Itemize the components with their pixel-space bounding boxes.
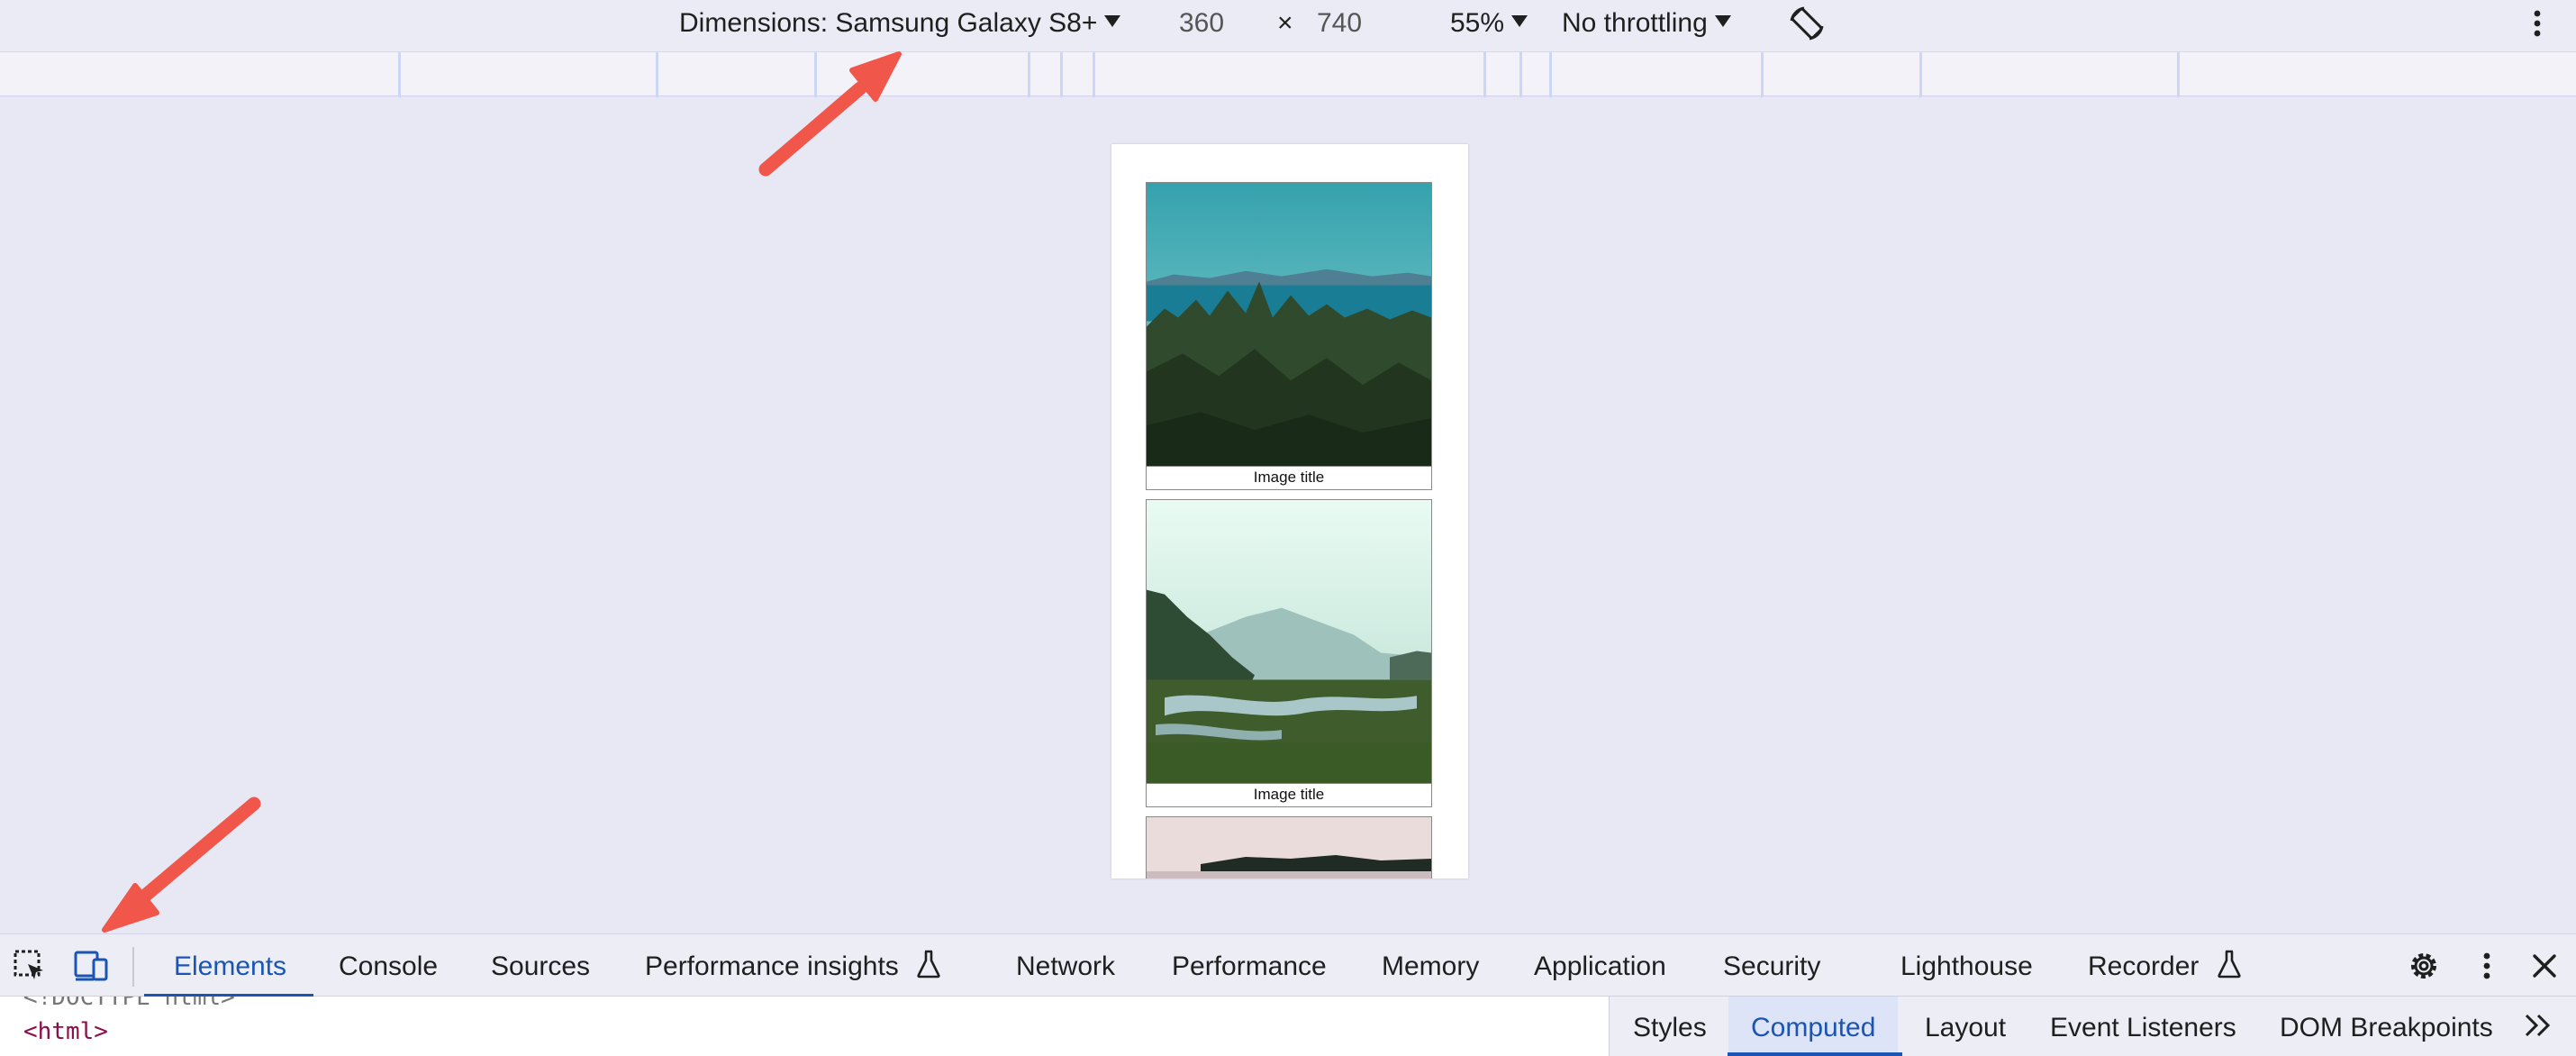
image-caption: Image title xyxy=(1253,786,1325,803)
device-toolbar: Dimensions: Samsung Galaxy S8+ 360 × 740… xyxy=(0,0,2576,51)
devtools-more-button[interactable] xyxy=(2481,949,2493,988)
width-input[interactable]: 360 xyxy=(1179,0,1224,47)
settings-button[interactable] xyxy=(2407,949,2441,988)
times-symbol: × xyxy=(1277,8,1293,38)
chevron-down-icon xyxy=(1511,14,1528,27)
tab-elements[interactable]: Elements xyxy=(174,934,286,997)
landscape-image xyxy=(1147,500,1431,784)
close-icon xyxy=(2533,954,2556,978)
tab-security[interactable]: Security xyxy=(1723,934,1820,997)
tab-event-listeners[interactable]: Event Listeners xyxy=(2050,997,2236,1056)
tab-memory[interactable]: Memory xyxy=(1382,934,1479,997)
media-query-ruler[interactable] xyxy=(0,51,2576,97)
tab-lighthouse[interactable]: Lighthouse xyxy=(1900,934,2033,997)
zoom-label: 55% xyxy=(1450,8,1505,38)
more-vert-icon xyxy=(2483,952,2490,979)
doctype-node[interactable]: <!DOCTYPE html> xyxy=(23,997,235,1011)
zoom-dropdown[interactable]: 55% xyxy=(1450,0,1528,47)
devtools-tab-bar: Elements Console Sources Performance ins… xyxy=(0,933,2576,997)
annotation-arrow xyxy=(102,797,261,933)
landscape-image xyxy=(1147,817,1431,878)
more-vert-icon xyxy=(2534,10,2541,37)
rotate-button[interactable] xyxy=(1786,0,1828,47)
device-toggle-button[interactable] xyxy=(74,949,110,988)
inspect-icon xyxy=(14,950,43,979)
tab-sources[interactable]: Sources xyxy=(491,934,590,997)
tab-console[interactable]: Console xyxy=(339,934,438,997)
chevron-double-right-icon xyxy=(2525,1015,2551,1037)
chevron-down-icon xyxy=(1714,14,1731,27)
height-value: 740 xyxy=(1317,8,1363,38)
tab-layout[interactable]: Layout xyxy=(1925,997,2006,1056)
image-card xyxy=(1146,816,1432,878)
width-value: 360 xyxy=(1179,8,1225,38)
active-sidebar-tab-indicator xyxy=(1728,1052,1902,1056)
tab-performance[interactable]: Performance xyxy=(1172,934,1327,997)
device-dimensions-dropdown[interactable]: Dimensions: Samsung Galaxy S8+ xyxy=(679,0,1121,47)
html-node[interactable]: <html> xyxy=(23,1018,108,1045)
close-devtools-button[interactable] xyxy=(2529,949,2560,988)
flask-icon xyxy=(917,950,940,979)
flask-icon xyxy=(2218,950,2241,979)
rotate-icon xyxy=(1790,6,1824,41)
image-caption: Image title xyxy=(1253,469,1325,486)
tab-recorder[interactable]: Recorder xyxy=(2088,934,2241,997)
image-card: Image title xyxy=(1146,182,1432,490)
tab-dom-breakpoints[interactable]: DOM Breakpoints xyxy=(2280,997,2493,1056)
sidebar-tab-bar: Styles Computed Layout Event Listeners D… xyxy=(1609,997,2576,1056)
inspect-button[interactable] xyxy=(13,949,47,988)
tab-performance-insights[interactable]: Performance insights xyxy=(645,934,940,997)
throttling-dropdown[interactable]: No throttling xyxy=(1562,0,1731,47)
chevron-down-icon xyxy=(1104,14,1121,27)
tab-computed[interactable]: Computed xyxy=(1728,997,1899,1056)
tab-network[interactable]: Network xyxy=(1016,934,1115,997)
tab-styles[interactable]: Styles xyxy=(1633,997,1707,1056)
settings-icon xyxy=(2411,953,2436,979)
device-toggle-icon xyxy=(74,951,108,981)
device-viewport[interactable]: Image title Image title xyxy=(1111,144,1468,878)
more-tabs-button[interactable] xyxy=(2523,997,2553,1056)
toolbar-divider xyxy=(132,947,134,987)
landscape-image xyxy=(1147,183,1431,467)
elements-tree[interactable]: <!DOCTYPE html> <html> xyxy=(0,997,1609,1056)
image-card: Image title xyxy=(1146,499,1432,807)
height-input[interactable]: 740 xyxy=(1317,0,1362,47)
tab-application[interactable]: Application xyxy=(1534,934,1666,997)
throttling-label: No throttling xyxy=(1562,8,1708,38)
dimensions-label: Dimensions: Samsung Galaxy S8+ xyxy=(679,8,1098,38)
device-more-button[interactable] xyxy=(2531,0,2544,47)
